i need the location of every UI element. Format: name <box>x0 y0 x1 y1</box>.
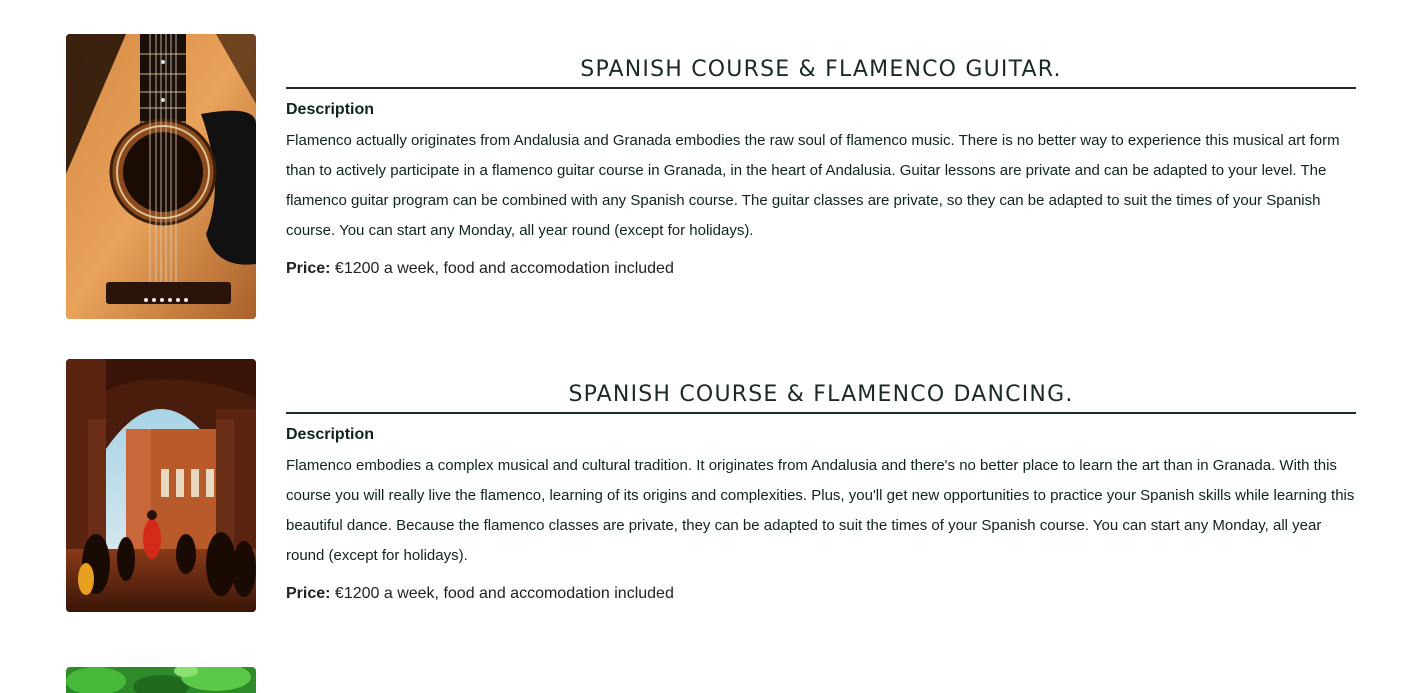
description-label: Description <box>286 426 375 443</box>
course-price: Price: €1200 a week, food and accomodati… <box>286 258 1356 280</box>
course-image[interactable] <box>66 359 256 612</box>
price-value: €1200 a week, food and accomodation incl… <box>334 260 674 277</box>
course-description: Flamenco embodies a complex musical and … <box>286 457 1355 564</box>
course-title: SPANISH COURSE & FLAMENCO GUITAR. <box>286 55 1356 89</box>
course-content: SPANISH COURSE & FLAMENCO DANCING. Descr… <box>286 380 1356 605</box>
course-image[interactable] <box>66 667 256 693</box>
green-foliage-photo <box>66 667 256 693</box>
course-content: SPANISH COURSE & FLAMENCO GUITAR. Descri… <box>286 55 1356 280</box>
acoustic-guitar-photo <box>66 34 256 319</box>
price-label: Price: <box>286 260 331 277</box>
price-value: €1200 a week, food and accomodation incl… <box>334 585 674 602</box>
course-title: SPANISH COURSE & FLAMENCO DANCING. <box>286 380 1356 414</box>
course-description: Flamenco actually originates from Andalu… <box>286 132 1340 239</box>
course-image[interactable] <box>66 34 256 319</box>
description-label: Description <box>286 101 375 118</box>
plaza-arches-photo <box>66 359 256 612</box>
course-price: Price: €1200 a week, food and accomodati… <box>286 583 1356 605</box>
price-label: Price: <box>286 585 331 602</box>
